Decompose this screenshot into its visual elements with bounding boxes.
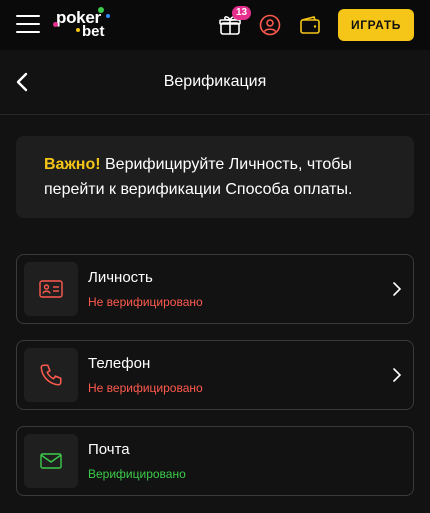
phone-label: Телефон <box>88 355 151 372</box>
header-divider <box>0 114 430 115</box>
email-label: Почта <box>88 441 130 458</box>
user-icon[interactable] <box>258 13 282 37</box>
gift-count-badge: 13 <box>232 6 251 20</box>
play-button[interactable]: ИГРАТЬ <box>338 9 414 41</box>
page-header: Верификация <box>0 50 430 114</box>
top-bar: poker bet 13 ИГРАТЬ <box>0 0 430 50</box>
logo-text-bet: bet <box>82 23 105 40</box>
mail-icon <box>40 453 62 469</box>
id-card-icon <box>39 280 63 298</box>
verify-item-phone[interactable]: Телефон Не верифицировано <box>16 340 414 410</box>
identity-icon-box <box>24 262 78 316</box>
logo[interactable]: poker bet <box>53 7 116 43</box>
back-arrow-icon[interactable] <box>12 70 32 94</box>
verification-notice: Важно! Верифицируйте Личность, чтобы пер… <box>16 136 414 218</box>
wallet-icon[interactable] <box>298 13 322 37</box>
notice-important-label: Важно! <box>44 156 101 173</box>
verify-item-email[interactable]: Почта Верифицировано <box>16 426 414 496</box>
menu-icon[interactable] <box>16 15 40 33</box>
phone-icon-box <box>24 348 78 402</box>
identity-status: Не верифицировано <box>88 295 203 309</box>
phone-icon <box>40 364 62 386</box>
email-status: Верифицировано <box>88 467 186 481</box>
identity-label: Личность <box>88 269 153 286</box>
verify-item-identity[interactable]: Личность Не верифицировано <box>16 254 414 324</box>
chevron-right-icon <box>393 368 402 382</box>
phone-status: Не верифицировано <box>88 381 203 395</box>
chevron-right-icon <box>393 282 402 296</box>
page-title: Верификация <box>163 73 267 90</box>
email-icon-box <box>24 434 78 488</box>
